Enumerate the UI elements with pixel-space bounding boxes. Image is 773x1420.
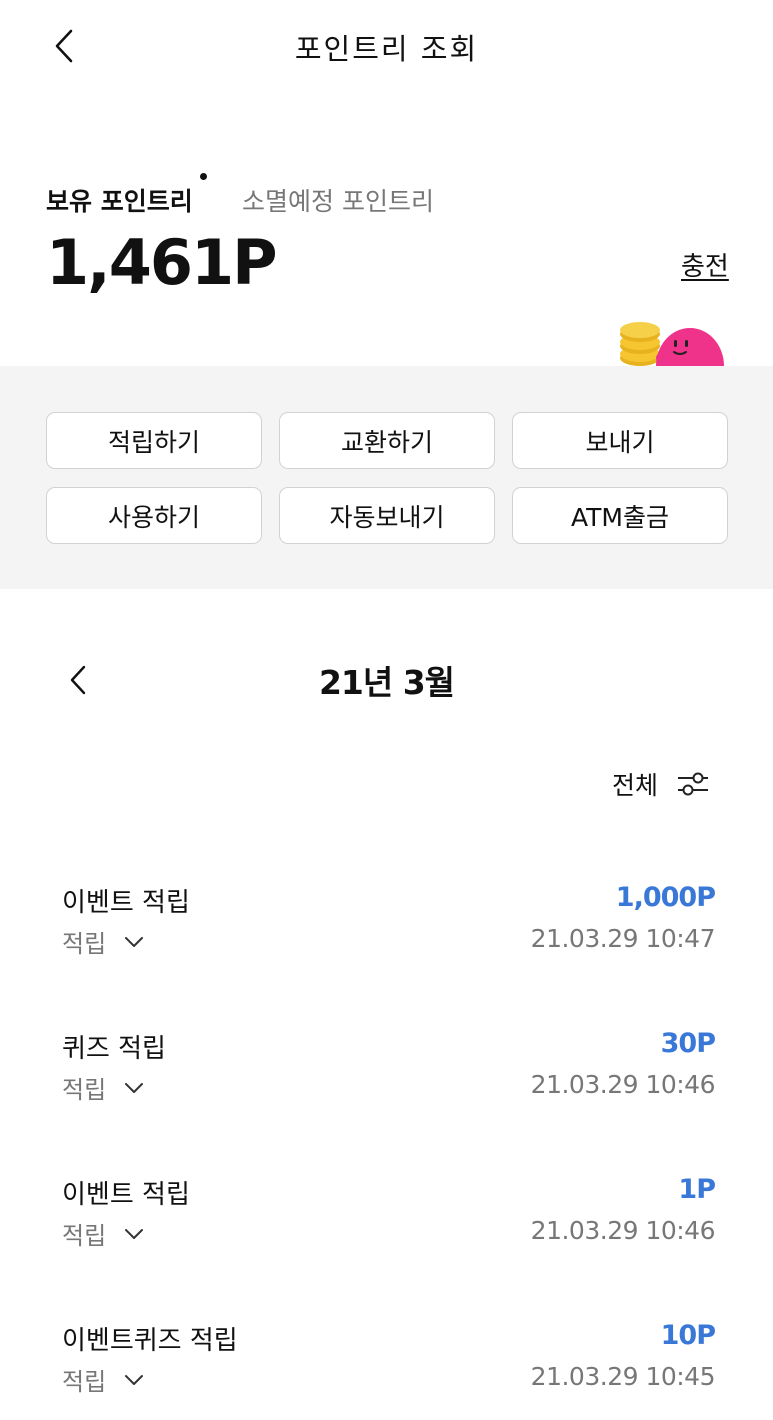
action-panel: 적립하기 교환하기 보내기 사용하기 자동보내기 ATM출금 [0, 366, 773, 589]
send-button[interactable]: 보내기 [512, 412, 728, 469]
chevron-down-icon [125, 1082, 144, 1093]
transaction-title: 이벤트퀴즈 적립 [62, 1326, 238, 1356]
transaction-type-toggle[interactable]: 적립 [62, 1216, 144, 1251]
transaction-datetime: 21.03.29 10:46 [530, 1070, 716, 1099]
transaction-type-toggle[interactable]: 적립 [62, 1362, 144, 1397]
transaction-type: 적립 [62, 1076, 107, 1104]
auto-send-button[interactable]: 자동보내기 [279, 487, 495, 544]
month-label: 21년 3월 [318, 663, 455, 702]
transaction-type: 적립 [62, 1222, 107, 1250]
transaction-type: 적립 [62, 930, 107, 958]
transaction-amount: 1,000P [615, 882, 716, 913]
coin-stack-icon [620, 322, 660, 366]
transaction-title: 이벤트 적립 [62, 1180, 190, 1210]
transaction-amount: 10P [660, 1320, 716, 1351]
transaction-amount: 30P [660, 1028, 716, 1059]
transaction-datetime: 21.03.29 10:47 [530, 924, 716, 953]
sliders-icon [678, 772, 709, 796]
transaction-row: 이벤트 적립 적립 1P 21.03.29 10:46 [0, 1174, 773, 1274]
mascot-illustration [612, 318, 732, 366]
filter-label: 전체 [612, 771, 659, 800]
chevron-down-icon [125, 936, 144, 947]
transaction-datetime: 21.03.29 10:46 [530, 1216, 716, 1245]
transaction-amount: 1P [678, 1174, 716, 1205]
transaction-type-toggle[interactable]: 적립 [62, 1070, 144, 1105]
page-title: 포인트리 조회 [294, 32, 479, 66]
charge-link[interactable]: 충전 [681, 246, 729, 283]
filter-button[interactable]: 전체 [612, 764, 710, 804]
transaction-row: 이벤트 적립 적립 1,000P 21.03.29 10:47 [0, 882, 773, 982]
exchange-button[interactable]: 교환하기 [279, 412, 495, 469]
tab-owned-points[interactable]: 보유 포인트리 [46, 182, 193, 218]
earn-button[interactable]: 적립하기 [46, 412, 262, 469]
point-balance: 1,461P [46, 226, 278, 299]
chevron-left-icon [70, 665, 86, 695]
tab-expiring-points[interactable]: 소멸예정 포인트리 [242, 182, 434, 218]
previous-month-button[interactable] [56, 656, 100, 704]
transaction-row: 퀴즈 적립 적립 30P 21.03.29 10:46 [0, 1028, 773, 1128]
transaction-datetime: 21.03.29 10:45 [530, 1362, 716, 1391]
transaction-type: 적립 [62, 1368, 107, 1396]
chevron-down-icon [125, 1374, 144, 1385]
transaction-title: 퀴즈 적립 [62, 1034, 166, 1064]
use-button[interactable]: 사용하기 [46, 487, 262, 544]
transaction-title: 이벤트 적립 [62, 888, 190, 918]
chevron-down-icon [125, 1228, 144, 1239]
atm-withdraw-button[interactable]: ATM출금 [512, 487, 728, 544]
active-tab-indicator [200, 173, 207, 180]
transaction-row: 이벤트퀴즈 적립 적립 10P 21.03.29 10:45 [0, 1320, 773, 1420]
transaction-type-toggle[interactable]: 적립 [62, 924, 144, 959]
